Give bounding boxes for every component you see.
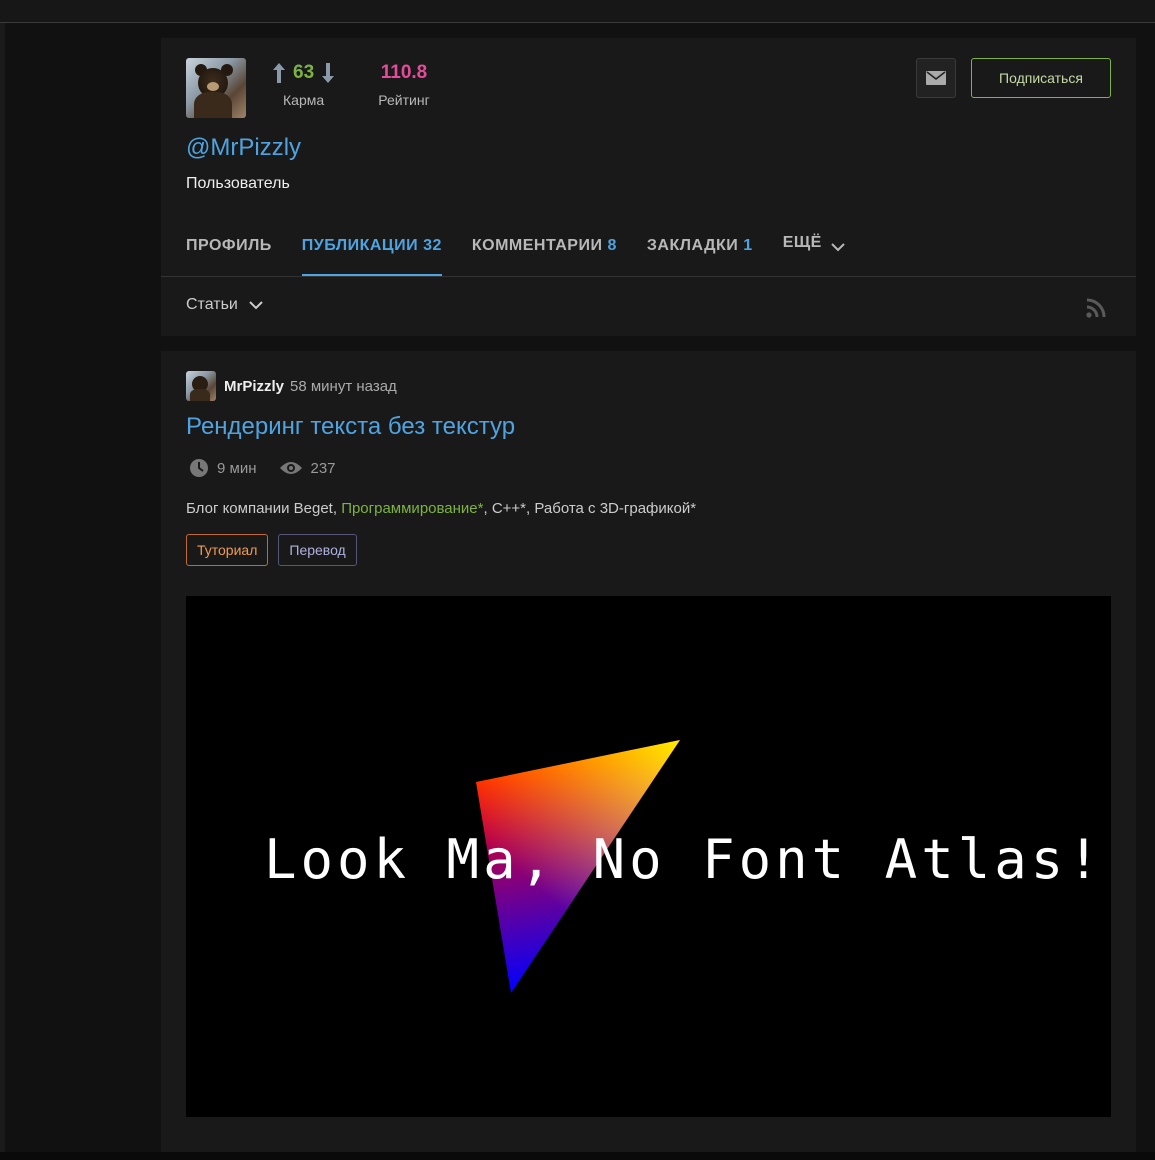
tab-label: КОММЕНТАРИИ	[471, 237, 603, 254]
chevron-down-icon	[831, 243, 845, 252]
tab-label: ПРОФИЛЬ	[186, 237, 272, 254]
hero-text: Look Ma, No Font Atlas!!!	[264, 828, 1111, 891]
subscribe-button[interactable]: Подписаться	[971, 58, 1111, 98]
tab-count: 8	[607, 237, 617, 254]
hub-link[interactable]: Блог компании Beget	[186, 500, 333, 517]
tab-publications[interactable]: ПУБЛИКАЦИИ 32	[301, 235, 442, 277]
arrow-down-icon[interactable]	[320, 62, 336, 84]
tab-label: ПУБЛИКАЦИИ	[301, 237, 419, 254]
karma-label: Карма	[283, 92, 325, 108]
hub-link[interactable]: Программирование*	[341, 500, 483, 517]
article-meta: 9 мин 237	[189, 458, 336, 478]
rating-label: Рейтинг	[378, 92, 430, 108]
mail-button[interactable]	[916, 58, 956, 98]
karma-value: 63	[293, 62, 315, 83]
arrow-up-icon[interactable]	[271, 62, 287, 84]
article-title[interactable]: Рендеринг текста без текстур	[186, 413, 515, 441]
label-tutorial[interactable]: Туториал	[186, 534, 269, 566]
author-avatar[interactable]	[186, 371, 216, 401]
article-author-row: MrPizzly 58 минут назад	[186, 371, 397, 401]
tab-bookmarks[interactable]: ЗАКЛАДКИ 1	[647, 235, 753, 277]
views-value: 237	[310, 459, 336, 477]
label-translation[interactable]: Перевод	[278, 534, 357, 566]
tab-comments[interactable]: КОММЕНТАРИИ 8	[472, 235, 617, 277]
rss-icon[interactable]	[1084, 296, 1108, 320]
chevron-down-icon	[249, 301, 263, 310]
browser-top-bar	[0, 0, 1155, 23]
read-time: 9 мин	[189, 458, 257, 478]
filter-dropdown[interactable]: Статьи	[186, 296, 264, 314]
avatar[interactable]	[186, 58, 246, 118]
profile-card: 63 Карма 110.8 Рейтинг Подписаться @MrPi…	[161, 38, 1136, 336]
mail-icon	[926, 71, 946, 85]
profile-tabs: ПРОФИЛЬ ПУБЛИКАЦИИ 32 КОММЕНТАРИИ 8 ЗАКЛАД…	[186, 234, 876, 277]
tab-count: 32	[423, 237, 442, 254]
clock-icon	[190, 459, 208, 477]
hub-link[interactable]: C++*	[492, 500, 526, 517]
article-card: MrPizzly 58 минут назад Рендеринг текста…	[161, 351, 1136, 1152]
hub-separator: ,	[483, 500, 492, 517]
tab-profile[interactable]: ПРОФИЛЬ	[186, 235, 272, 277]
author-name[interactable]: MrPizzly	[224, 378, 284, 395]
user-role: Пользователь	[186, 175, 290, 192]
views: 237	[279, 460, 336, 477]
hub-separator: ,	[332, 500, 342, 517]
tab-more[interactable]: ЕЩЁ	[782, 234, 846, 277]
filter-label: Статьи	[186, 296, 238, 313]
article-hubs: Блог компании Beget, Программирование*, …	[186, 500, 696, 517]
article-body-preview	[186, 1140, 1111, 1160]
rating-block: 110.8 Рейтинг	[369, 62, 439, 108]
tab-count: 1	[743, 237, 753, 254]
article-hero-image[interactable]: Look Ma, No Font Atlas!!!	[186, 596, 1111, 1117]
hub-link[interactable]: Работа с 3D-графикой*	[534, 500, 696, 517]
tabs-divider	[161, 276, 1136, 277]
eye-icon	[279, 462, 302, 474]
tab-label: ЕЩЁ	[782, 234, 822, 251]
article-labels: Туториал Перевод	[186, 534, 357, 566]
username[interactable]: @MrPizzly	[186, 134, 301, 162]
rating-value: 110.8	[380, 62, 428, 83]
tab-label: ЗАКЛАДКИ	[646, 237, 739, 254]
post-time: 58 минут назад	[290, 377, 397, 395]
read-time-value: 9 мин	[217, 459, 257, 477]
scrollbar-track[interactable]	[1136, 23, 1155, 1152]
karma-block: 63 Карма	[271, 62, 336, 108]
